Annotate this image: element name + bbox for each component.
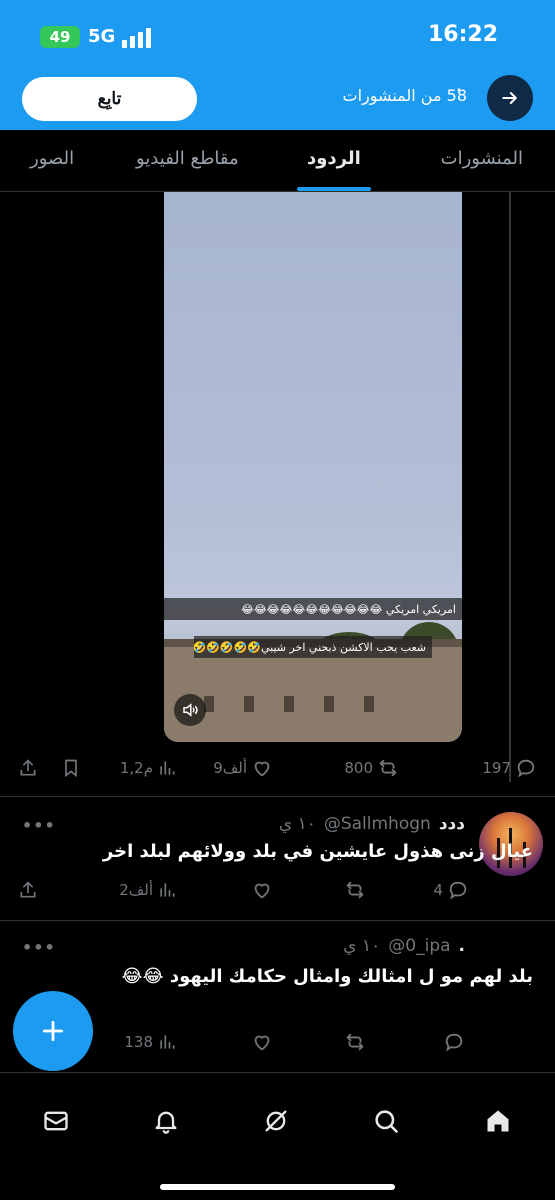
follow-button[interactable]: تابِع: [22, 77, 197, 121]
video-caption: امريكي امريكي 😂😂😂😂😂😂😂😂😂😂😂: [164, 598, 462, 620]
views-count: 138: [124, 1033, 153, 1051]
bottom-navigation: [0, 1072, 555, 1200]
bar-chart-icon: [160, 883, 175, 897]
status-bar: 49 5G 16:22: [0, 18, 555, 58]
post-video[interactable]: امريكي امريكي 😂😂😂😂😂😂😂😂😂😂😂 شعب يحب الاكشن…: [164, 192, 462, 742]
reply-handle[interactable]: @Sallmhogn: [324, 814, 431, 834]
reply-time: ١٠ ي: [343, 936, 381, 956]
repost-button[interactable]: [344, 1027, 366, 1057]
mute-button[interactable]: [174, 694, 206, 726]
share-icon: [20, 881, 36, 898]
share-button[interactable]: [18, 875, 38, 905]
views-count: 2ألف: [119, 881, 153, 899]
nav-notifications[interactable]: [146, 1101, 186, 1141]
views-button[interactable]: 2ألف: [119, 875, 177, 905]
building: [164, 647, 462, 742]
heart-icon: [254, 761, 270, 777]
nav-grok[interactable]: [256, 1101, 296, 1141]
profile-tabs: المنشورات الردود مقاطع الفيديو الصور: [0, 130, 555, 192]
share-icon: [20, 759, 36, 776]
like-button[interactable]: 9ألف: [213, 753, 273, 783]
more-options-button[interactable]: •••: [22, 816, 56, 835]
video-caption: شعب يحب الاكشن ذبحني اخر شيبي🤣🤣🤣🤣🤣: [194, 636, 432, 658]
views-count: 1,2م: [119, 759, 153, 777]
nav-search[interactable]: [366, 1101, 406, 1141]
views-button[interactable]: 1,2م: [120, 753, 177, 783]
reply-icon: [449, 881, 467, 900]
heart-icon: [254, 1035, 270, 1051]
like-count: 9ألف: [213, 759, 247, 777]
grok-icon: [265, 1110, 287, 1132]
divider: [0, 796, 555, 797]
repost-count: 800: [344, 759, 373, 777]
search-icon: [375, 1110, 398, 1133]
bar-chart-icon: [160, 761, 175, 775]
arrow-right-icon: [502, 92, 517, 104]
tab-posts[interactable]: المنشورات: [441, 148, 523, 169]
reply-icon: [517, 759, 535, 778]
divider: [0, 920, 555, 921]
reply-author[interactable]: .: [459, 936, 465, 956]
reply-button[interactable]: [443, 1027, 465, 1057]
post-actions: 197 800 9ألف 1,2م: [0, 753, 555, 783]
bell-icon: [155, 1111, 177, 1134]
bookmark-button[interactable]: [61, 753, 81, 783]
repost-button[interactable]: [344, 875, 366, 905]
thread-line: [509, 192, 511, 782]
mail-icon: [44, 1111, 68, 1131]
bar-chart-icon: [160, 1035, 175, 1049]
repost-icon: [346, 881, 364, 899]
battery-indicator: 49: [40, 26, 80, 48]
home-icon: [487, 1110, 509, 1132]
repost-button[interactable]: 800: [344, 753, 399, 783]
share-button[interactable]: [18, 753, 38, 783]
like-button[interactable]: [251, 875, 273, 905]
status-time: 16:22: [427, 22, 498, 47]
posts-count: 58 من المنشورات: [342, 86, 467, 105]
reply-count: 197: [482, 759, 511, 777]
repost-icon: [346, 1033, 364, 1051]
signal-icon: [122, 28, 152, 48]
reply-handle[interactable]: @0_ipa: [388, 936, 450, 956]
reply-text: بلد لهم مو ل امثالك وامثال حكامك اليهود …: [121, 966, 533, 987]
network-type: 5G: [88, 26, 116, 47]
reply-button[interactable]: 4: [433, 875, 469, 905]
reply-author[interactable]: ددد: [439, 814, 465, 834]
active-tab-indicator: [297, 187, 371, 191]
reply-text: عيال زنى هذول عايشين في بلد وولائهم لبلد…: [102, 841, 533, 862]
heart-icon: [254, 883, 270, 899]
plus-icon: [42, 1020, 64, 1042]
reply-header: ١٠ ي @Sallmhogn ددد: [279, 814, 465, 834]
profile-header: 49 5G 16:22 تابِع . 58 من المنشورات: [0, 0, 555, 130]
back-button[interactable]: [487, 75, 533, 121]
repost-icon: [379, 759, 397, 777]
reply-actions: 4 2ألف: [0, 875, 555, 905]
like-button[interactable]: [251, 1027, 273, 1057]
nav-messages[interactable]: [36, 1101, 76, 1141]
compose-button[interactable]: [13, 991, 93, 1071]
reply-count: 4: [433, 881, 443, 899]
tab-photos[interactable]: الصور: [30, 148, 74, 169]
views-button[interactable]: 138: [124, 1027, 177, 1057]
speaker-icon: [183, 703, 198, 717]
bookmark-icon: [65, 759, 77, 778]
reply-icon: [445, 1033, 463, 1052]
reply-header: ١٠ ي @0_ipa .: [343, 936, 465, 956]
tab-videos[interactable]: مقاطع الفيديو: [136, 148, 239, 169]
more-options-button[interactable]: •••: [22, 938, 56, 957]
reply-time: ١٠ ي: [278, 814, 316, 834]
nav-home[interactable]: [478, 1101, 518, 1141]
reply-button[interactable]: 197: [482, 753, 537, 783]
tab-replies[interactable]: الردود: [307, 148, 361, 169]
home-indicator: [160, 1184, 395, 1190]
